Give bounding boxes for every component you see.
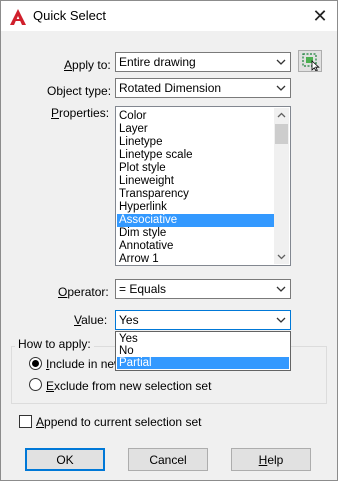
exclude-label[interactable]: Exclude from new selection set <box>46 379 211 393</box>
select-objects-icon <box>302 53 320 71</box>
list-item[interactable]: Linetype <box>117 136 274 149</box>
how-to-apply-title: How to apply: <box>15 337 94 351</box>
list-item-selected[interactable]: Associative <box>117 214 274 227</box>
list-item[interactable]: Arrow 1 <box>117 253 274 265</box>
list-item[interactable]: Plot style <box>117 162 274 175</box>
operator-value: = Equals <box>119 282 167 296</box>
chevron-down-icon <box>276 59 286 65</box>
dropdown-option-yes[interactable]: Yes <box>117 333 289 345</box>
close-icon: ✕ <box>312 5 328 27</box>
scroll-down-icon[interactable] <box>274 249 289 264</box>
list-item[interactable]: Hyperlink <box>117 201 274 214</box>
apply-to-label: Apply to: <box>64 58 111 72</box>
chevron-down-icon <box>276 85 286 91</box>
properties-scrollbar[interactable] <box>274 108 289 264</box>
list-item[interactable]: Annotative <box>117 240 274 253</box>
scroll-up-icon[interactable] <box>274 108 289 123</box>
ok-button[interactable]: OK <box>25 448 105 471</box>
apply-to-select[interactable]: Entire drawing <box>115 52 291 72</box>
object-type-label: Object type: <box>47 84 112 98</box>
list-item[interactable]: Dim style <box>117 227 274 240</box>
dropdown-option-partial[interactable]: Partial <box>117 357 289 369</box>
include-label[interactable]: Include in new <box>46 357 123 371</box>
scroll-thumb[interactable] <box>275 124 288 144</box>
select-objects-button[interactable] <box>298 50 322 72</box>
properties-label: Properties: <box>51 106 110 120</box>
title-bar: Quick Select ✕ <box>1 1 337 31</box>
apply-to-value: Entire drawing <box>119 55 196 69</box>
value-dropdown-list: Yes No Partial <box>115 331 291 371</box>
list-item[interactable]: Layer <box>117 123 274 136</box>
append-checkbox[interactable] <box>19 415 32 428</box>
value-label: Value: <box>74 313 108 327</box>
include-radio[interactable] <box>29 357 42 370</box>
value-select[interactable]: Yes <box>115 310 291 330</box>
close-button[interactable]: ✕ <box>305 2 335 30</box>
list-item[interactable]: Lineweight <box>117 175 274 188</box>
value-current: Yes <box>119 313 139 327</box>
list-item[interactable]: Color <box>117 110 274 123</box>
chevron-down-icon <box>276 286 286 292</box>
list-item[interactable]: Linetype scale <box>117 149 274 162</box>
list-item[interactable]: Transparency <box>117 188 274 201</box>
object-type-select[interactable]: Rotated Dimension <box>115 78 291 98</box>
autocad-logo-icon <box>10 9 26 25</box>
dropdown-option-no[interactable]: No <box>117 345 289 357</box>
cancel-button[interactable]: Cancel <box>128 448 208 471</box>
properties-listbox[interactable]: Color Layer Linetype Linetype scale Plot… <box>115 106 291 266</box>
object-type-value: Rotated Dimension <box>119 81 222 95</box>
help-button[interactable]: Help <box>231 448 311 471</box>
exclude-radio[interactable] <box>29 378 42 391</box>
operator-label: Operator: <box>58 285 109 299</box>
operator-select[interactable]: = Equals <box>115 279 291 299</box>
quick-select-dialog: Quick Select ✕ Apply to: Entire drawing … <box>0 0 338 481</box>
chevron-down-icon <box>276 317 286 323</box>
append-label[interactable]: Append to current selection set <box>36 415 201 429</box>
window-title: Quick Select <box>33 8 106 23</box>
